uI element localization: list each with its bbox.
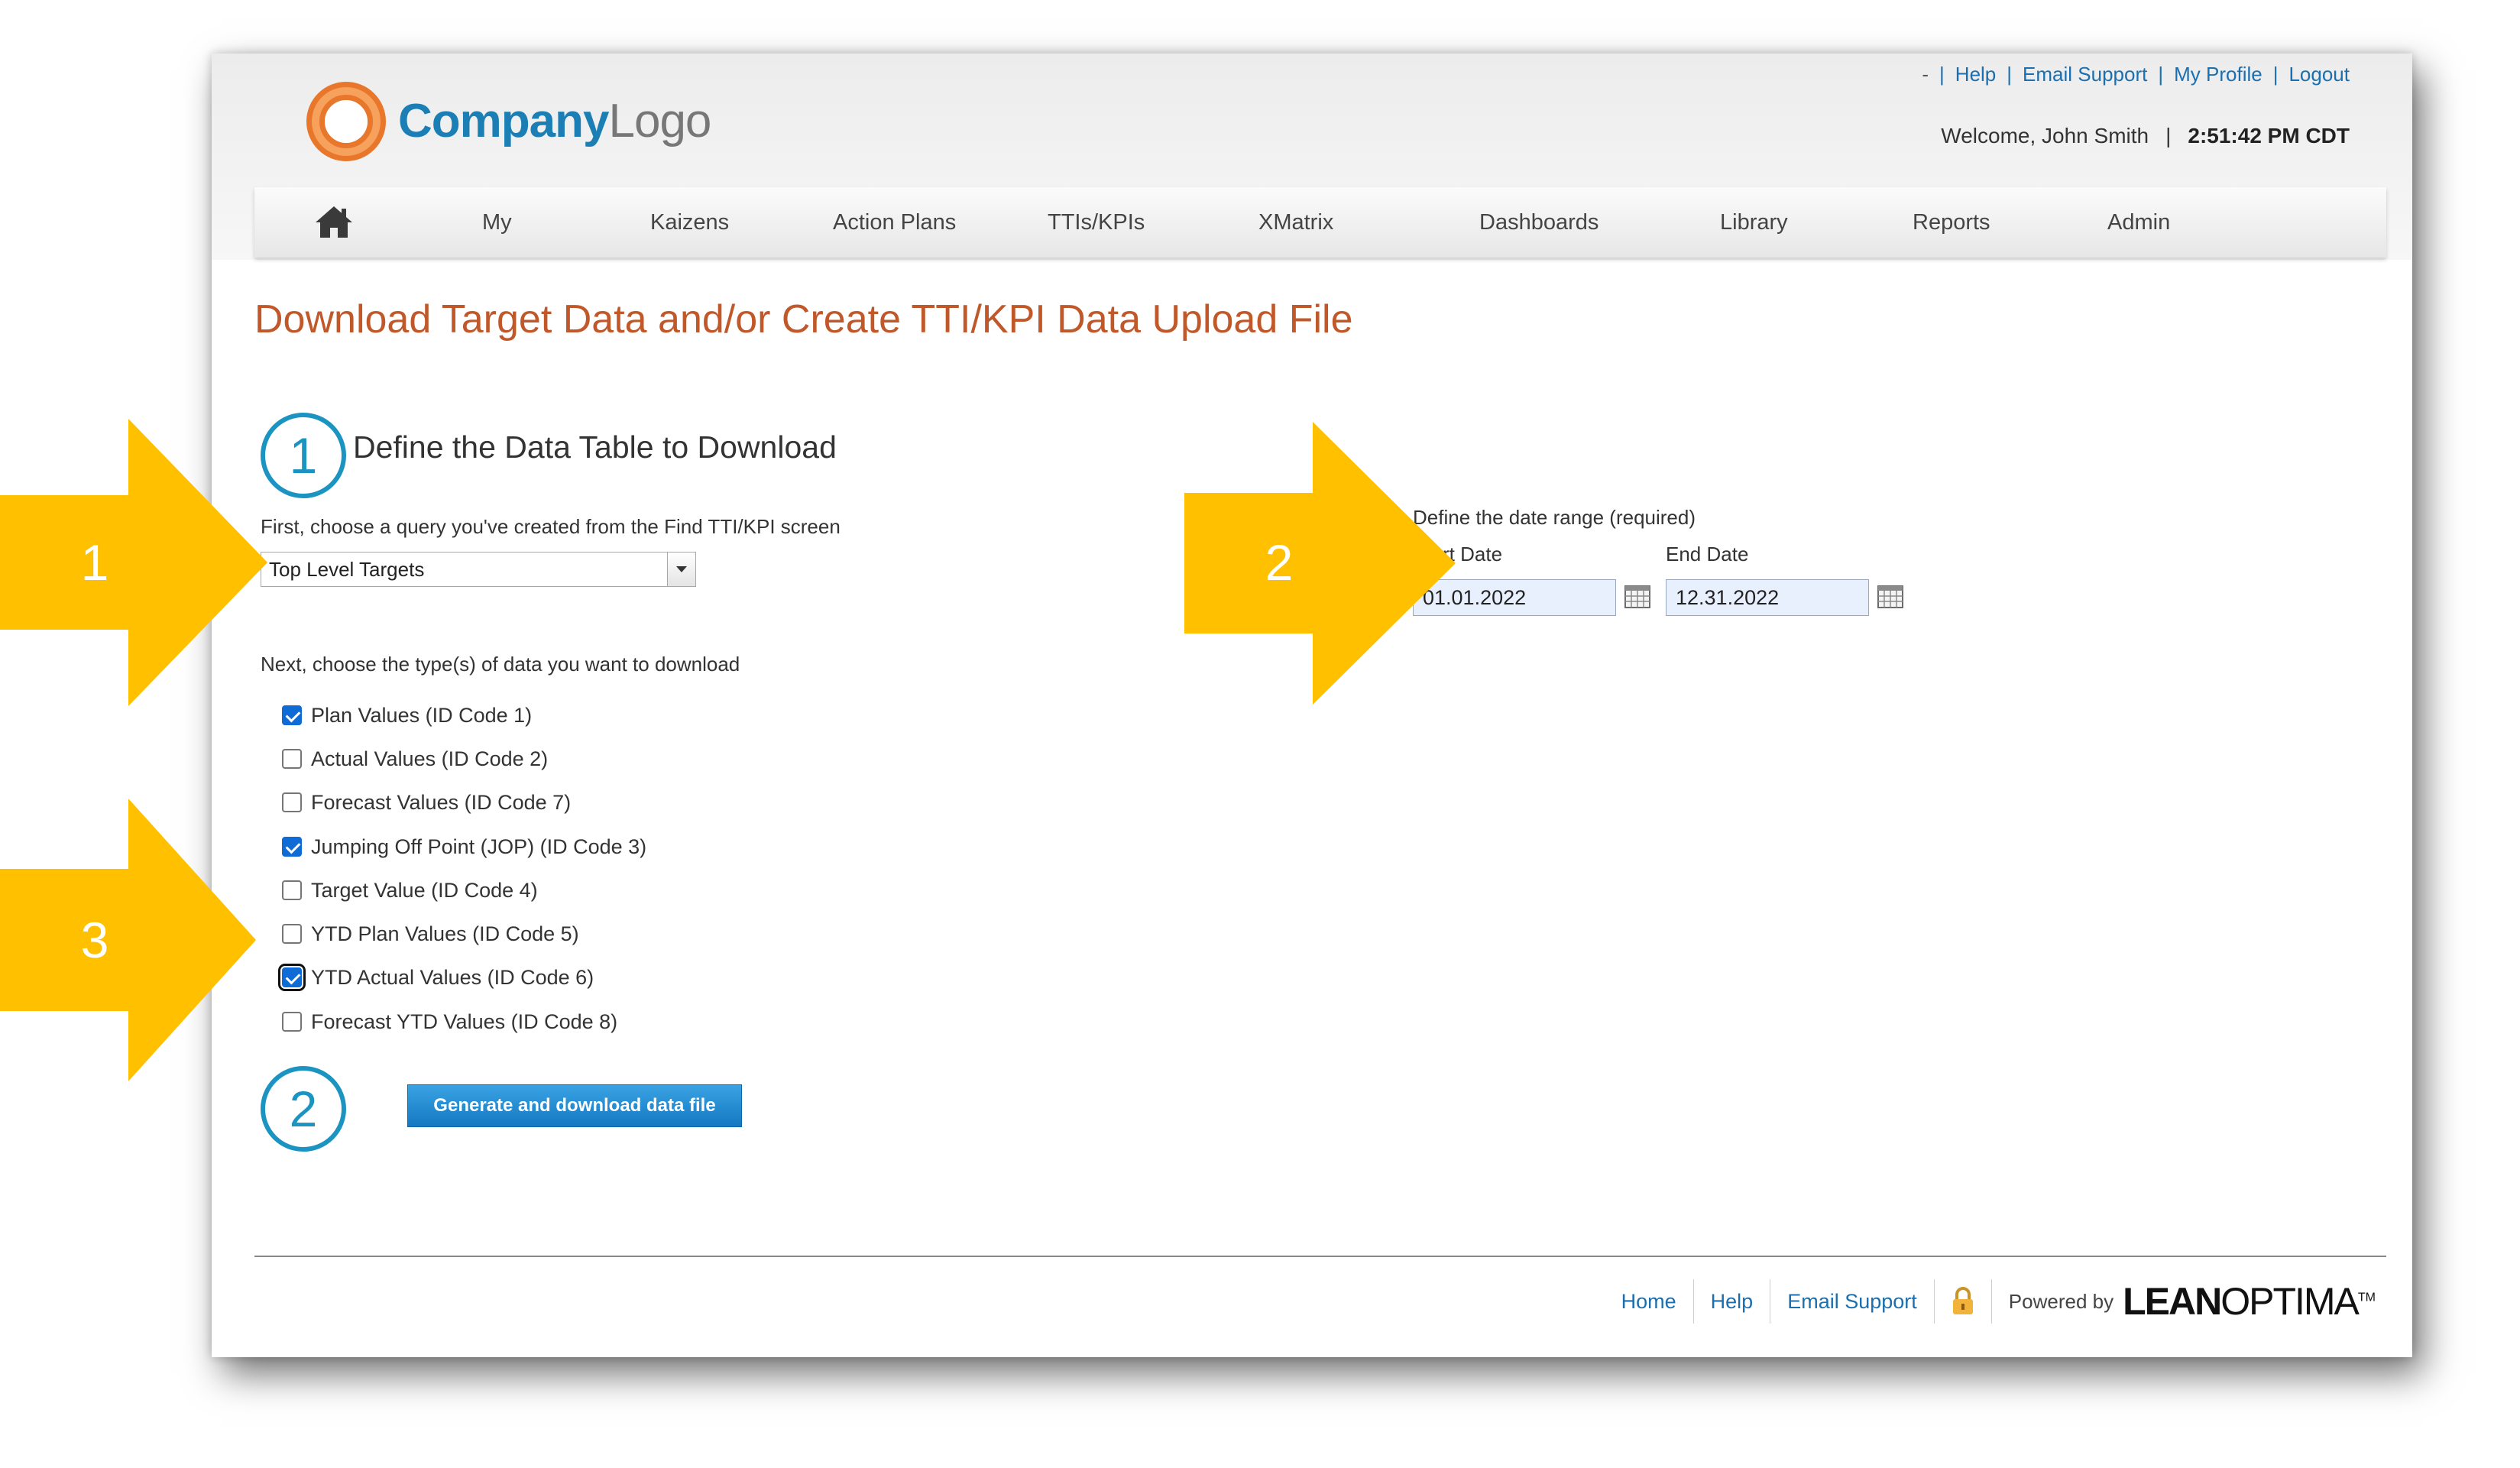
nav-kaizens[interactable]: Kaizens — [650, 187, 729, 258]
footer-home-link[interactable]: Home — [1605, 1290, 1693, 1314]
nav-library[interactable]: Library — [1720, 187, 1788, 258]
company-logo[interactable]: CompanyLogo — [305, 79, 711, 164]
step-2-badge: 2 — [261, 1066, 346, 1152]
footer-email-support-link[interactable]: Email Support — [1770, 1290, 1934, 1314]
nav-xmatrix[interactable]: XMatrix — [1258, 187, 1333, 258]
help-link[interactable]: Help — [1955, 63, 1996, 86]
footer: Home Help Email Support Powered by LEANO… — [1605, 1275, 2376, 1328]
dropdown-arrow-icon[interactable] — [667, 553, 695, 586]
option-forecast-ytd-values[interactable]: Forecast YTD Values (ID Code 8) — [282, 1006, 617, 1037]
welcome-separator: | — [2165, 124, 2172, 147]
checkbox-target-value[interactable] — [282, 880, 302, 900]
footer-divider — [254, 1256, 2386, 1257]
option-ytd-actual-values[interactable]: YTD Actual Values (ID Code 6) — [278, 962, 594, 993]
powered-by-label: Powered by — [2008, 1289, 2114, 1313]
checkbox-ytd-plan-values[interactable] — [282, 924, 302, 944]
callout-arrow-3 — [0, 799, 256, 1081]
top-dash: - — [1922, 63, 1929, 86]
checkbox-jumping-off-point[interactable] — [282, 837, 302, 857]
page-title: Download Target Data and/or Create TTI/K… — [254, 297, 1353, 342]
callout-number-3: 3 — [80, 912, 109, 968]
nav-my[interactable]: My — [482, 187, 512, 258]
option-actual-values[interactable]: Actual Values (ID Code 2) — [282, 744, 548, 774]
query-select-value: Top Level Targets — [269, 558, 425, 581]
end-date-calendar-icon[interactable] — [1877, 585, 1903, 608]
nav-ttis-kpis[interactable]: TTIs/KPIs — [1048, 187, 1145, 258]
email-support-link[interactable]: Email Support — [2023, 63, 2147, 86]
checkbox-plan-values[interactable] — [282, 705, 302, 725]
section-title: Define the Data Table to Download — [353, 429, 837, 465]
logo-ring-icon — [306, 82, 386, 161]
leanoptima-logo[interactable]: LEANOPTIMATM — [2123, 1282, 2376, 1321]
callout-arrow-1 — [0, 419, 267, 706]
end-date-input[interactable]: 12.31.2022 — [1666, 579, 1869, 616]
clock: 2:51:42 PM CDT — [2188, 124, 2350, 147]
footer-help-link[interactable]: Help — [1694, 1290, 1770, 1314]
app-window: CompanyLogo - | Help | Email Support | M… — [212, 53, 2412, 1357]
home-icon[interactable] — [314, 204, 354, 239]
checkbox-ytd-actual-values[interactable] — [278, 964, 306, 991]
logo-text: CompanyLogo — [398, 95, 711, 147]
nav-reports[interactable]: Reports — [1913, 187, 1990, 258]
option-forecast-values[interactable]: Forecast Values (ID Code 7) — [282, 787, 571, 818]
query-label: First, choose a query you've created fro… — [261, 515, 841, 538]
end-date-label: End Date — [1666, 543, 1749, 565]
my-profile-link[interactable]: My Profile — [2174, 63, 2262, 86]
welcome-bar: Welcome, John Smith | 2:51:42 PM CDT — [1941, 124, 2350, 148]
option-plan-values[interactable]: Plan Values (ID Code 1) — [282, 700, 532, 731]
lock-icon[interactable] — [1950, 1286, 1976, 1317]
step-1-badge: 1 — [261, 413, 346, 498]
generate-download-button[interactable]: Generate and download data file — [407, 1084, 742, 1127]
callout-number-1: 1 — [80, 534, 109, 591]
checkbox-forecast-values[interactable] — [282, 792, 302, 812]
callout-arrow-2 — [1184, 422, 1456, 705]
main-nav: My Kaizens Action Plans TTIs/KPIs XMatri… — [254, 187, 2386, 258]
top-links: - | Help | Email Support | My Profile | … — [1922, 63, 2350, 86]
option-target-value[interactable]: Target Value (ID Code 4) — [282, 875, 538, 906]
checkbox-forecast-ytd-values[interactable] — [282, 1012, 302, 1032]
welcome-text: Welcome, John Smith — [1941, 124, 2149, 147]
nav-action-plans[interactable]: Action Plans — [833, 187, 956, 258]
query-select[interactable]: Top Level Targets — [261, 552, 696, 587]
start-date-calendar-icon[interactable] — [1624, 585, 1650, 608]
option-jumping-off-point[interactable]: Jumping Off Point (JOP) (ID Code 3) — [282, 831, 646, 862]
option-ytd-plan-values[interactable]: YTD Plan Values (ID Code 5) — [282, 919, 579, 949]
logout-link[interactable]: Logout — [2288, 63, 2350, 86]
callout-number-2: 2 — [1265, 534, 1294, 591]
nav-admin[interactable]: Admin — [2107, 187, 2170, 258]
types-label: Next, choose the type(s) of data you wan… — [261, 653, 740, 676]
nav-dashboards[interactable]: Dashboards — [1479, 187, 1598, 258]
checkbox-actual-values[interactable] — [282, 749, 302, 769]
